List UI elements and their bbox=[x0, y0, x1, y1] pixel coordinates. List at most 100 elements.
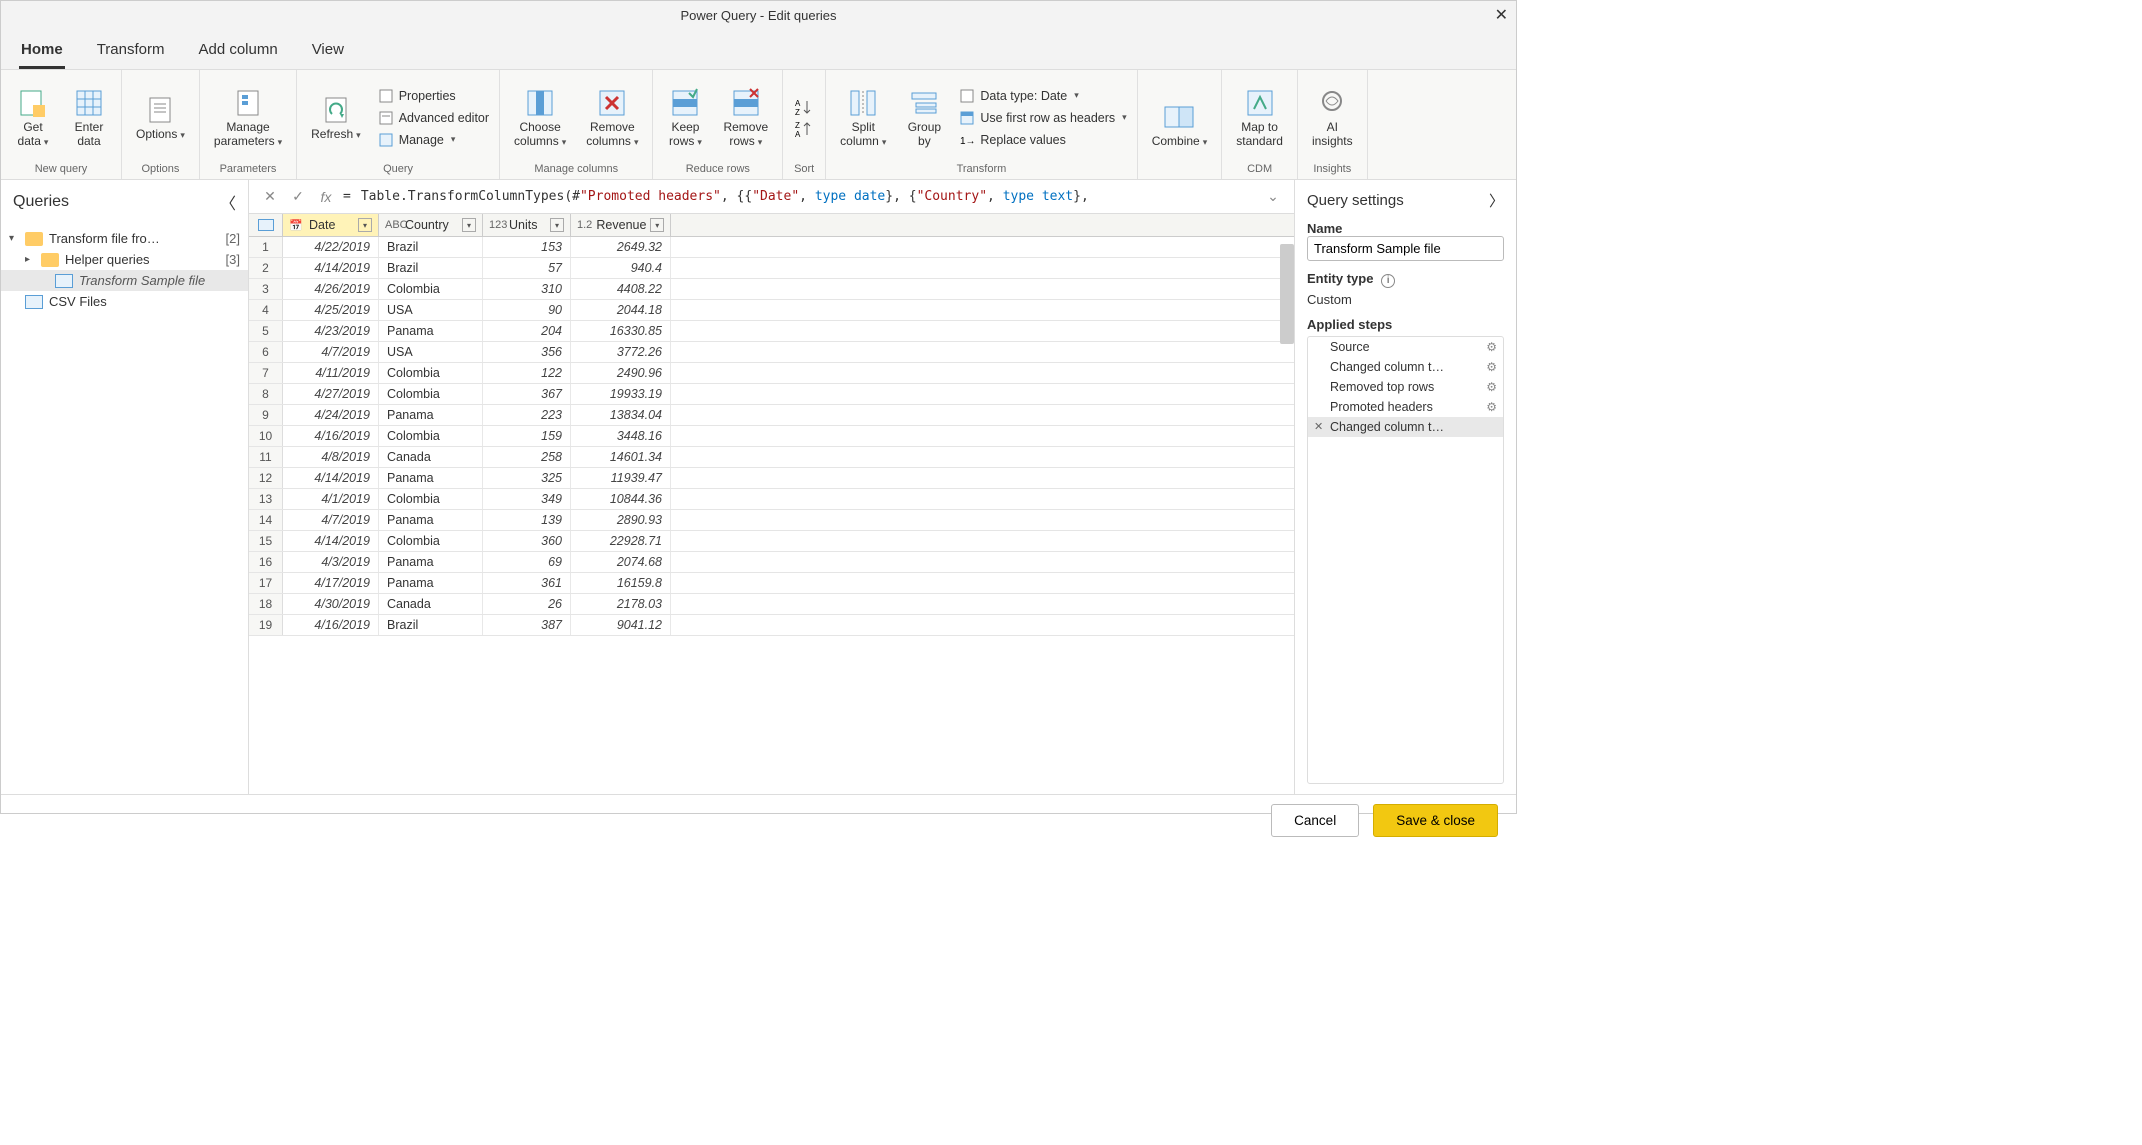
info-icon[interactable]: i bbox=[1381, 274, 1395, 288]
cell[interactable]: Panama bbox=[379, 321, 483, 341]
gear-icon[interactable]: ⚙ bbox=[1486, 400, 1497, 414]
cell[interactable]: 223 bbox=[483, 405, 571, 425]
data-grid[interactable]: 📅Date▾ABCCountry▾123Units▾1.2Revenue▾14/… bbox=[249, 214, 1294, 794]
cell[interactable]: 310 bbox=[483, 279, 571, 299]
table-row[interactable]: 154/14/2019Colombia36022928.71 bbox=[249, 531, 1294, 552]
cell[interactable]: 2490.96 bbox=[571, 363, 671, 383]
cell[interactable]: 2074.68 bbox=[571, 552, 671, 572]
combine-button[interactable]: Combine bbox=[1146, 97, 1214, 153]
tab-transform[interactable]: Transform bbox=[95, 35, 167, 69]
get-data-button[interactable]: Getdata bbox=[9, 83, 57, 153]
close-button[interactable]: ✕ bbox=[1495, 5, 1508, 25]
table-row[interactable]: 14/22/2019Brazil1532649.32 bbox=[249, 237, 1294, 258]
collapse-icon[interactable]: ▾ bbox=[9, 233, 19, 244]
collapse-queries-icon[interactable]: 〈 bbox=[220, 190, 236, 214]
cell[interactable]: 4/3/2019 bbox=[283, 552, 379, 572]
type-icon[interactable]: ABC bbox=[385, 219, 401, 231]
cell[interactable]: 159 bbox=[483, 426, 571, 446]
query-item[interactable]: CSV Files bbox=[1, 291, 248, 312]
cell[interactable]: Colombia bbox=[379, 363, 483, 383]
row-number[interactable]: 13 bbox=[249, 489, 283, 509]
remove-columns-button[interactable]: Removecolumns bbox=[580, 83, 644, 153]
replace-values-button[interactable]: 1→2Replace values bbox=[956, 130, 1128, 150]
choose-columns-button[interactable]: Choosecolumns bbox=[508, 83, 572, 153]
table-row[interactable]: 134/1/2019Colombia34910844.36 bbox=[249, 489, 1294, 510]
manage-parameters-button[interactable]: Manageparameters bbox=[208, 83, 288, 153]
table-row[interactable]: 84/27/2019Colombia36719933.19 bbox=[249, 384, 1294, 405]
tab-view[interactable]: View bbox=[310, 35, 346, 69]
row-number[interactable]: 14 bbox=[249, 510, 283, 530]
cell[interactable]: 4/27/2019 bbox=[283, 384, 379, 404]
row-number[interactable]: 15 bbox=[249, 531, 283, 551]
table-row[interactable]: 74/11/2019Colombia1222490.96 bbox=[249, 363, 1294, 384]
ai-insights-button[interactable]: AIinsights bbox=[1306, 83, 1359, 153]
table-row[interactable]: 44/25/2019USA902044.18 bbox=[249, 300, 1294, 321]
table-row[interactable]: 64/7/2019USA3563772.26 bbox=[249, 342, 1294, 363]
cell[interactable]: Panama bbox=[379, 468, 483, 488]
keep-rows-button[interactable]: Keeprows bbox=[661, 83, 709, 153]
cell[interactable]: 387 bbox=[483, 615, 571, 635]
cell[interactable]: 4/1/2019 bbox=[283, 489, 379, 509]
applied-step[interactable]: Source⚙ bbox=[1308, 337, 1503, 357]
row-number[interactable]: 11 bbox=[249, 447, 283, 467]
type-icon[interactable]: 123 bbox=[489, 219, 505, 231]
cell[interactable]: 4/14/2019 bbox=[283, 531, 379, 551]
enter-data-button[interactable]: Enterdata bbox=[65, 83, 113, 153]
row-number[interactable]: 5 bbox=[249, 321, 283, 341]
select-all-corner[interactable] bbox=[249, 214, 283, 236]
first-row-headers-button[interactable]: Use first row as headers bbox=[956, 108, 1128, 128]
cell[interactable]: Canada bbox=[379, 594, 483, 614]
row-number[interactable]: 6 bbox=[249, 342, 283, 362]
cell[interactable]: 258 bbox=[483, 447, 571, 467]
split-column-button[interactable]: Splitcolumn bbox=[834, 83, 892, 153]
formula-text[interactable]: =Table.TransformColumnTypes(#"Promoted h… bbox=[343, 189, 1256, 204]
cell[interactable]: 11939.47 bbox=[571, 468, 671, 488]
tab-home[interactable]: Home bbox=[19, 35, 65, 69]
table-row[interactable]: 104/16/2019Colombia1593448.16 bbox=[249, 426, 1294, 447]
cell[interactable]: 2044.18 bbox=[571, 300, 671, 320]
expand-settings-icon[interactable]: 〉 bbox=[1489, 190, 1504, 211]
query-item[interactable]: ▾Transform file fro…[2] bbox=[1, 228, 248, 249]
cell[interactable]: Brazil bbox=[379, 615, 483, 635]
row-number[interactable]: 17 bbox=[249, 573, 283, 593]
cell[interactable]: 14601.34 bbox=[571, 447, 671, 467]
save-close-button[interactable]: Save & close bbox=[1373, 804, 1498, 837]
cell[interactable]: 4/14/2019 bbox=[283, 258, 379, 278]
cell[interactable]: Brazil bbox=[379, 258, 483, 278]
applied-step[interactable]: Promoted headers⚙ bbox=[1308, 397, 1503, 417]
map-to-standard-button[interactable]: Map tostandard bbox=[1230, 83, 1289, 153]
cell[interactable]: 4/16/2019 bbox=[283, 615, 379, 635]
column-header-units[interactable]: 123Units▾ bbox=[483, 214, 571, 236]
cell[interactable]: Brazil bbox=[379, 237, 483, 257]
cell[interactable]: 4/7/2019 bbox=[283, 342, 379, 362]
cell[interactable]: Colombia bbox=[379, 426, 483, 446]
group-by-button[interactable]: Groupby bbox=[900, 83, 948, 153]
cell[interactable]: 26 bbox=[483, 594, 571, 614]
tab-add-column[interactable]: Add column bbox=[196, 35, 279, 69]
formula-cancel-icon[interactable]: ✕ bbox=[259, 186, 281, 208]
cell[interactable]: Colombia bbox=[379, 531, 483, 551]
cell[interactable]: 4/23/2019 bbox=[283, 321, 379, 341]
cell[interactable]: 153 bbox=[483, 237, 571, 257]
cell[interactable]: 325 bbox=[483, 468, 571, 488]
applied-step[interactable]: ✕Changed column t… bbox=[1308, 417, 1503, 437]
table-row[interactable]: 94/24/2019Panama22313834.04 bbox=[249, 405, 1294, 426]
cell[interactable]: 360 bbox=[483, 531, 571, 551]
formula-expand-icon[interactable]: ⌄ bbox=[1262, 186, 1284, 208]
column-header-date[interactable]: 📅Date▾ bbox=[283, 214, 379, 236]
column-header-revenue[interactable]: 1.2Revenue▾ bbox=[571, 214, 671, 236]
filter-dropdown-icon[interactable]: ▾ bbox=[462, 218, 476, 232]
filter-dropdown-icon[interactable]: ▾ bbox=[358, 218, 372, 232]
table-row[interactable]: 174/17/2019Panama36116159.8 bbox=[249, 573, 1294, 594]
query-item[interactable]: ▸Helper queries[3] bbox=[1, 249, 248, 270]
row-number[interactable]: 16 bbox=[249, 552, 283, 572]
cell[interactable]: 4/8/2019 bbox=[283, 447, 379, 467]
cell[interactable]: 2178.03 bbox=[571, 594, 671, 614]
row-number[interactable]: 2 bbox=[249, 258, 283, 278]
cell[interactable]: 367 bbox=[483, 384, 571, 404]
applied-step[interactable]: Removed top rows⚙ bbox=[1308, 377, 1503, 397]
remove-rows-button[interactable]: Removerows bbox=[717, 83, 774, 153]
row-number[interactable]: 18 bbox=[249, 594, 283, 614]
cell[interactable]: 22928.71 bbox=[571, 531, 671, 551]
expand-icon[interactable]: ▸ bbox=[25, 254, 35, 265]
